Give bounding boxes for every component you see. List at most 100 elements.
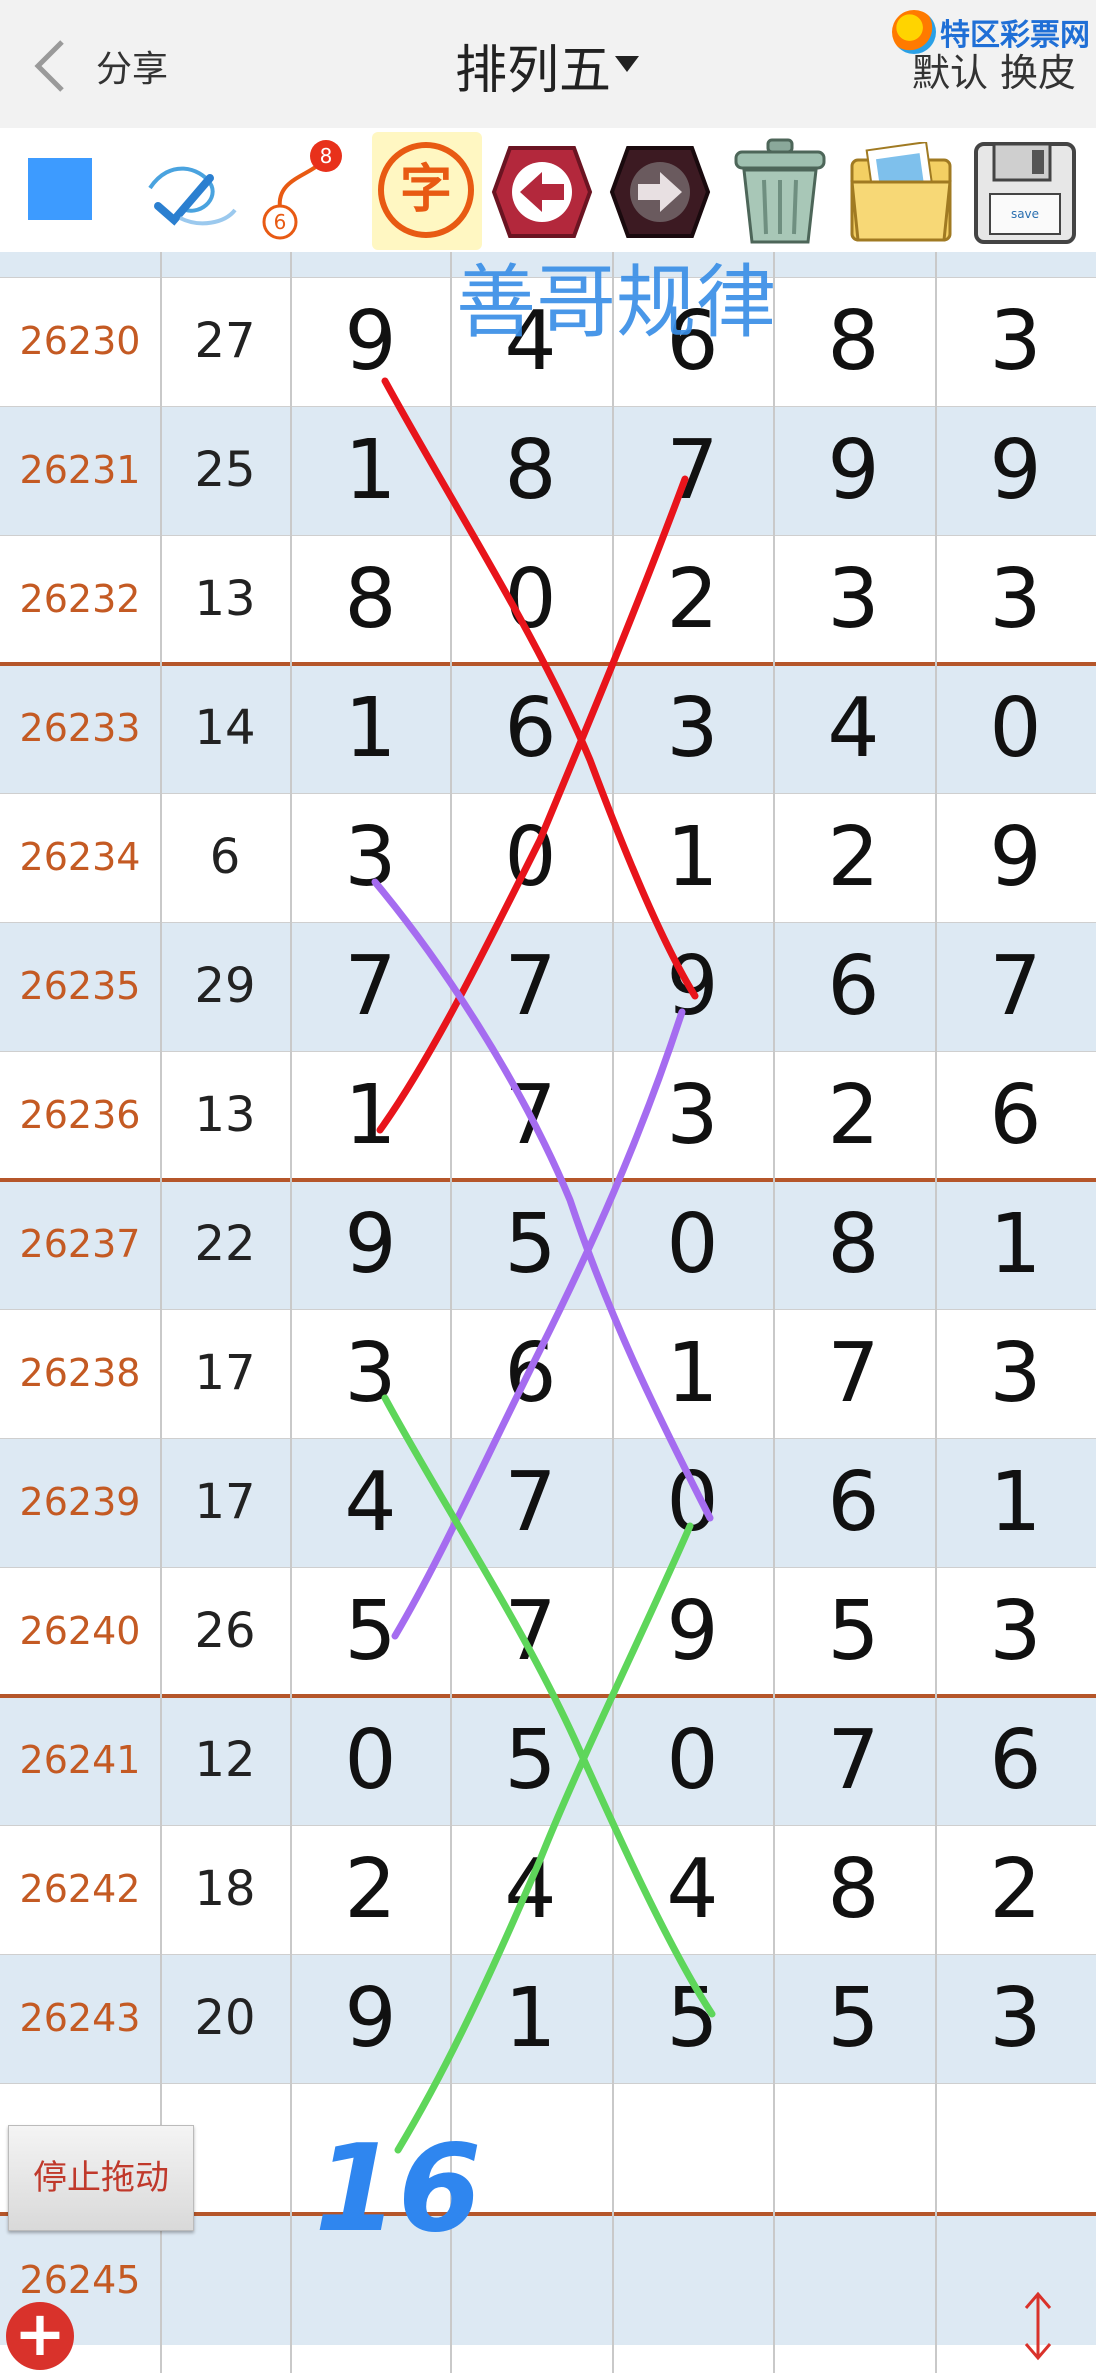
table-row[interactable]: 26235 29 7 7 9 6 7	[0, 922, 1096, 1051]
digit-cell-1: 0	[344, 1713, 397, 1808]
digit-cell-1: 4	[344, 1455, 397, 1550]
digit-cell-1: 3	[344, 810, 397, 905]
row-divider	[0, 1438, 1096, 1439]
digit-cell-4: 8	[827, 1842, 880, 1937]
digit-cell-3: 7	[666, 423, 719, 518]
digit-sum: 18	[194, 1861, 256, 1917]
digit-cell-5: 4	[935, 252, 1096, 277]
digit-cell-4: 3	[827, 552, 880, 647]
digit-sum: 14	[194, 700, 256, 756]
digit-cell-4: 4	[827, 681, 880, 776]
images-icon[interactable]	[846, 142, 956, 244]
digit-cell-5: 9	[989, 810, 1042, 905]
digit-cell-4: 0	[773, 252, 934, 277]
digit-cell-1: 3	[344, 1326, 397, 1421]
digit-cell-3: 0	[666, 1713, 719, 1808]
change-skin-button[interactable]: 换皮	[1000, 42, 1076, 97]
digit-cell-1: 1	[344, 1068, 397, 1163]
digit-cell-5: 6	[989, 1713, 1042, 1808]
font-tool-button[interactable]: 字	[372, 132, 482, 250]
digit-cell-3: 6	[612, 252, 773, 277]
issue-number: 26229	[0, 252, 160, 277]
row-divider	[0, 1825, 1096, 1826]
table-row[interactable]: 26232 13 8 0 2 3 3	[0, 535, 1096, 664]
digit-cell-1: 7	[344, 939, 397, 1034]
issue-number: 26231	[19, 448, 141, 492]
stop-drag-button[interactable]: 停止拖动	[8, 2125, 194, 2231]
group-separator	[0, 1694, 1096, 1698]
table-row[interactable]: 26243 20 9 1 5 5 3	[0, 1954, 1096, 2083]
column-divider	[773, 252, 775, 2373]
digit-cell-2: 7	[504, 1455, 557, 1550]
digit-cell-3: 3	[666, 681, 719, 776]
curve-icon[interactable]: 8 6	[256, 136, 356, 246]
table-row[interactable]: 26238 17 3 6 1 7 3	[0, 1309, 1096, 1438]
issue-number: 26232	[19, 577, 141, 621]
group-separator	[0, 1178, 1096, 1182]
back-arrow-icon[interactable]	[30, 38, 70, 94]
digit-cell-2: 0	[504, 810, 557, 905]
share-button[interactable]: 分享	[96, 40, 168, 92]
row-divider	[0, 1567, 1096, 1568]
digit-cell-1: 2	[290, 252, 451, 277]
digit-cell-2: 4	[504, 294, 557, 389]
digit-cell-4: 8	[827, 1197, 880, 1292]
table-row[interactable]: 26241 12 0 5 0 7 6	[0, 1696, 1096, 1825]
issue-number: 26242	[19, 1867, 141, 1911]
table-row[interactable]: 26237 22 9 5 0 8 1	[0, 1180, 1096, 1309]
digit-cell-3: 1	[666, 1326, 719, 1421]
pen-icon[interactable]	[140, 148, 240, 238]
column-divider	[612, 252, 614, 2373]
digit-cell-5: 9	[989, 423, 1042, 518]
issue-number: 26239	[19, 1480, 141, 1524]
default-button[interactable]: 默认	[912, 42, 988, 97]
table-row[interactable]: 26240 26 5 7 9 5 3	[0, 1567, 1096, 1696]
scroll-toggle-icon[interactable]	[1018, 2288, 1058, 2364]
font-icon: 字	[378, 142, 474, 238]
issue-number: 26241	[19, 1738, 141, 1782]
digit-cell-5: 6	[989, 1068, 1042, 1163]
table-row[interactable]: 26234 6 3 0 1 2 9	[0, 793, 1096, 922]
table-row[interactable]: 26230 27 9 4 6 8 3	[0, 277, 1096, 406]
digit-cell-4: 7	[827, 1713, 880, 1808]
save-icon[interactable]: save	[970, 138, 1080, 248]
table-row[interactable]: 26231 25 1 8 7 9 9	[0, 406, 1096, 535]
table-row[interactable]: 26242 18 2 4 4 8 2	[0, 1825, 1096, 1954]
table-row[interactable]: 26239 17 4 7 0 6 1	[0, 1438, 1096, 1567]
digit-cell-2: 7	[504, 1068, 557, 1163]
digit-cell-3: 3	[666, 1068, 719, 1163]
digit-cell-3: 9	[666, 939, 719, 1034]
table-row[interactable]: 26233 14 1 6 3 4 0	[0, 664, 1096, 793]
color-square-icon[interactable]	[28, 158, 92, 220]
digit-sum: 17	[194, 1345, 256, 1401]
digit-cell-3: 9	[666, 1584, 719, 1679]
trash-icon[interactable]	[728, 136, 832, 248]
issue-number: 26240	[19, 1609, 141, 1653]
chevron-down-icon[interactable]	[615, 56, 639, 72]
next-issue-row[interactable]: 26245	[0, 2216, 1096, 2345]
digit-sum: 6	[209, 829, 241, 885]
app-header: 分享 排列五 特区彩票网 默认 换皮	[0, 0, 1096, 129]
redo-icon[interactable]	[608, 140, 712, 244]
digit-cell-5: 1	[989, 1455, 1042, 1550]
row-divider	[0, 1309, 1096, 1310]
digit-cell-5: 3	[989, 1584, 1042, 1679]
digit-cell-1: 1	[344, 681, 397, 776]
add-icon[interactable]: +	[6, 2302, 74, 2370]
digit-cell-4: 6	[827, 939, 880, 1034]
digit-cell-5: 3	[989, 1971, 1042, 2066]
issue-number: 26234	[19, 835, 141, 879]
digit-cell-4: 7	[827, 1326, 880, 1421]
table-row-partial[interactable]: 262291828604	[0, 252, 1096, 277]
digit-cell-2: 0	[504, 552, 557, 647]
digit-cell-2: 1	[504, 1971, 557, 2066]
digit-cell-4: 2	[827, 810, 880, 905]
table-row[interactable]: 26236 13 1 7 3 2 6	[0, 1051, 1096, 1180]
digit-cell-2: 6	[504, 1326, 557, 1421]
row-divider	[0, 1954, 1096, 1955]
digit-cell-2: 7	[504, 939, 557, 1034]
digit-cell-4: 8	[827, 294, 880, 389]
digit-cell-5: 3	[989, 294, 1042, 389]
page-title[interactable]: 排列五	[455, 28, 611, 103]
undo-icon[interactable]	[490, 140, 594, 244]
